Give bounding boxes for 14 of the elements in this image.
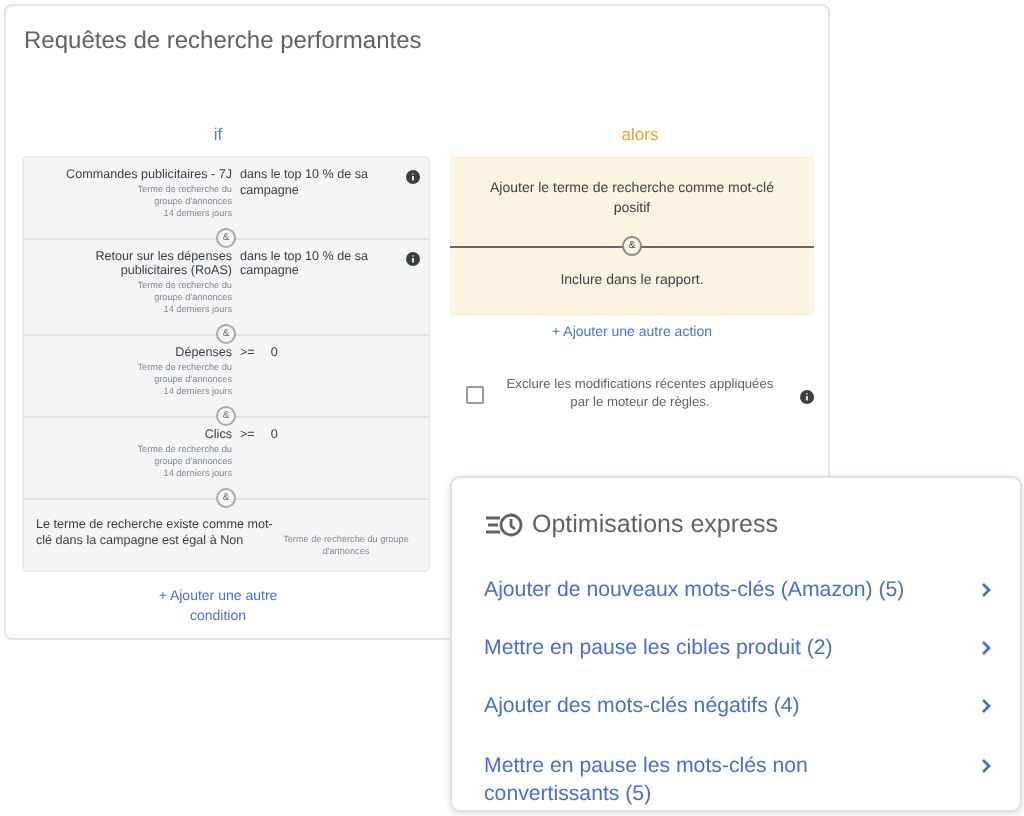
optimization-link[interactable]: Ajouter des mots-clés négatifs (4) xyxy=(484,692,992,722)
chevron-right-icon xyxy=(980,581,992,598)
then-label: alors xyxy=(619,122,661,148)
card-title: Requêtes de recherche performantes xyxy=(24,24,424,58)
list-clock-icon xyxy=(484,511,524,538)
chevron-right-icon xyxy=(980,698,992,715)
optimization-link[interactable]: Mettre en pause les cibles produit (2) xyxy=(484,634,992,663)
checkbox[interactable] xyxy=(466,386,484,405)
chevron-right-icon xyxy=(980,640,992,657)
if-label: if xyxy=(211,122,225,148)
chevron-right-icon xyxy=(980,757,992,774)
panel-title: Optimisations express xyxy=(532,508,778,542)
optimization-link[interactable]: Ajouter de nouveaux mots-clés (Amazon) (5) xyxy=(484,575,992,605)
optimization-link[interactable]: Mettre en pause les mots-clés non convertissants (5) xyxy=(484,751,992,809)
